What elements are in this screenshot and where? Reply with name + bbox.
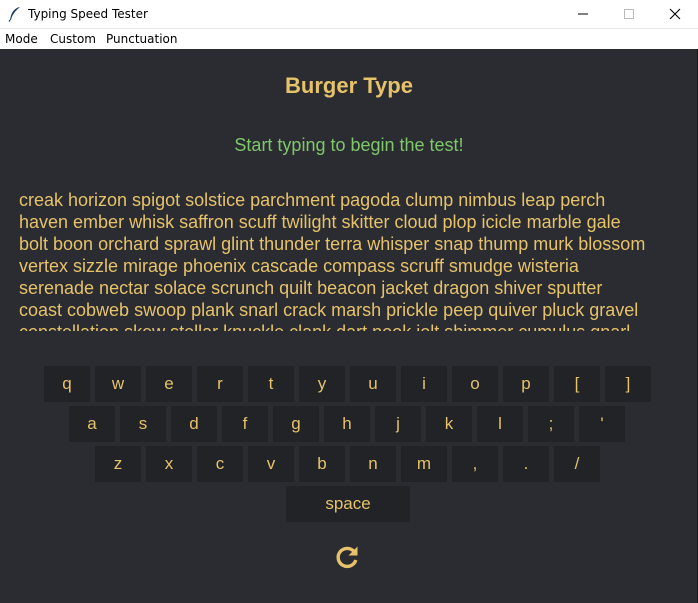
- feather-icon: [8, 7, 20, 22]
- key-period[interactable]: .: [503, 446, 549, 482]
- key-g[interactable]: g: [273, 406, 319, 442]
- minimize-button[interactable]: [560, 0, 606, 28]
- key-e[interactable]: e: [146, 366, 192, 402]
- key-p[interactable]: p: [503, 366, 549, 402]
- key-right-bracket[interactable]: ]: [605, 366, 651, 402]
- key-q[interactable]: q: [44, 366, 90, 402]
- word-line: serenade nectar solace scrunch quilt bea…: [19, 278, 603, 298]
- key-y[interactable]: y: [299, 366, 345, 402]
- key-w[interactable]: w: [95, 366, 141, 402]
- menu-custom[interactable]: Custom: [50, 32, 96, 46]
- key-k[interactable]: k: [426, 406, 472, 442]
- key-x[interactable]: x: [146, 446, 192, 482]
- menu-punctuation[interactable]: Punctuation: [106, 32, 177, 46]
- key-s[interactable]: s: [120, 406, 166, 442]
- key-semicolon[interactable]: ;: [528, 406, 574, 442]
- key-f[interactable]: f: [222, 406, 268, 442]
- word-line: bolt boon orchard sprawl glint thunder t…: [19, 234, 646, 254]
- key-o[interactable]: o: [452, 366, 498, 402]
- key-slash[interactable]: /: [554, 446, 600, 482]
- word-line: vertex sizzle mirage phoenix cascade com…: [19, 256, 579, 276]
- key-d[interactable]: d: [171, 406, 217, 442]
- key-apostrophe[interactable]: ': [579, 406, 625, 442]
- key-comma[interactable]: ,: [452, 446, 498, 482]
- word-line: creak horizon spigot solstice parchment …: [19, 190, 606, 210]
- minimize-icon: [578, 13, 588, 15]
- key-r[interactable]: r: [197, 366, 243, 402]
- word-line: constellation skew stellar knuckle clank…: [19, 321, 684, 331]
- close-icon: [669, 8, 681, 20]
- maximize-icon: [624, 9, 634, 19]
- key-a[interactable]: a: [69, 406, 115, 442]
- key-b[interactable]: b: [299, 446, 345, 482]
- word-line: coast cobweb swoop plank snarl crack mar…: [19, 300, 639, 320]
- key-z[interactable]: z: [95, 446, 141, 482]
- key-n[interactable]: n: [350, 446, 396, 482]
- key-l[interactable]: l: [477, 406, 523, 442]
- key-c[interactable]: c: [197, 446, 243, 482]
- word-line: haven ember whisk saffron scuff twilight…: [19, 212, 621, 232]
- words-display: creak horizon spigot solstice parchment …: [19, 189, 684, 331]
- key-v[interactable]: v: [248, 446, 294, 482]
- restart-button[interactable]: [333, 543, 361, 571]
- key-space[interactable]: space: [286, 486, 410, 522]
- status-message: Start typing to begin the test!: [234, 135, 464, 155]
- key-h[interactable]: h: [324, 406, 370, 442]
- key-j[interactable]: j: [375, 406, 421, 442]
- key-t[interactable]: t: [248, 366, 294, 402]
- window-title: Typing Speed Tester: [28, 7, 148, 21]
- menu-bar: Mode Custom Punctuation: [0, 28, 698, 49]
- app-heading: Burger Type: [285, 73, 413, 98]
- key-left-bracket[interactable]: [: [554, 366, 600, 402]
- key-m[interactable]: m: [401, 446, 447, 482]
- key-u[interactable]: u: [350, 366, 396, 402]
- maximize-button[interactable]: [606, 0, 652, 28]
- title-bar: Typing Speed Tester: [0, 0, 698, 28]
- menu-mode[interactable]: Mode: [5, 32, 38, 46]
- close-button[interactable]: [652, 0, 698, 28]
- key-i[interactable]: i: [401, 366, 447, 402]
- restart-icon: [336, 546, 358, 569]
